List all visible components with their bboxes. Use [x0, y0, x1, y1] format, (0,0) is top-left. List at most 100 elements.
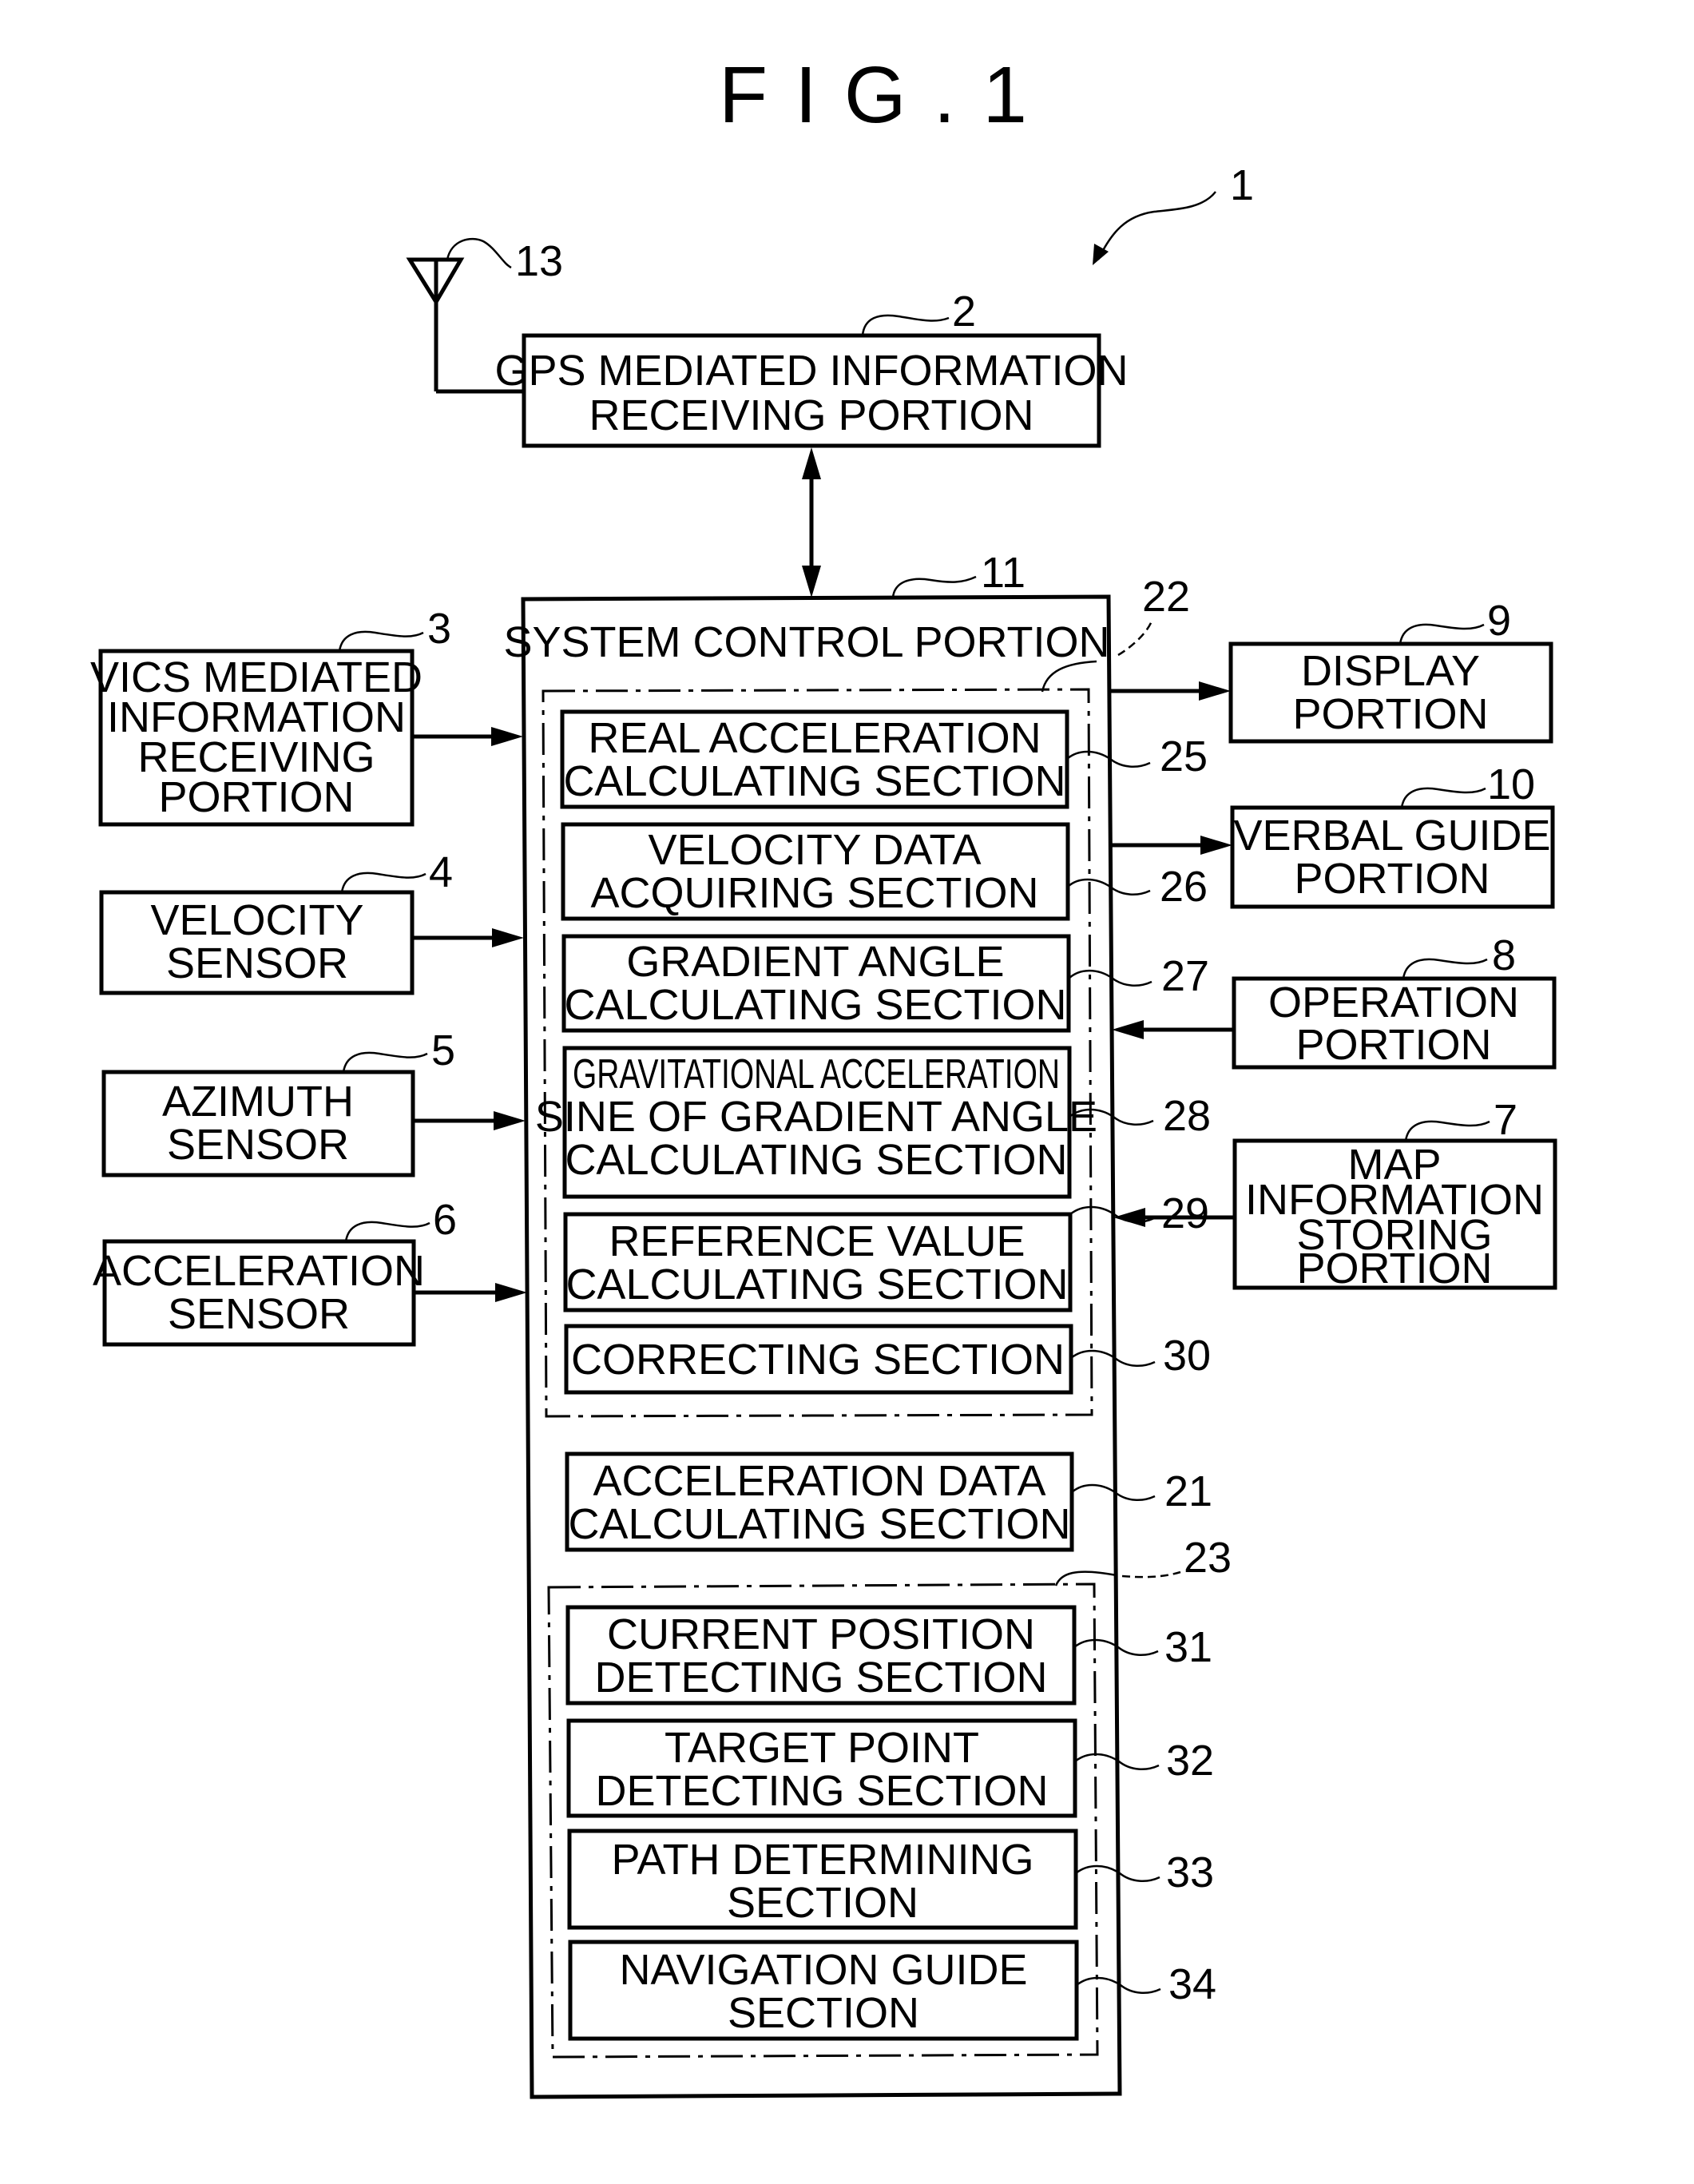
section-31: CURRENT POSITION DETECTING SECTION	[565, 1605, 1077, 1706]
section-29: REFERENCE VALUE CALCULATING SECTION	[563, 1212, 1073, 1312]
section-26-line-1: VELOCITY DATA	[648, 826, 981, 874]
ref-label-5: 5	[431, 1026, 455, 1074]
ref-label-6: 6	[433, 1196, 457, 1244]
section-21-line-1: ACCELERATION DATA	[593, 1457, 1045, 1505]
gps-block-line-1: GPS MEDIATED INFORMATION	[494, 347, 1128, 395]
velocity-sensor-block: VELOCITY SENSOR	[99, 890, 415, 995]
display-line-2: PORTION	[1292, 690, 1488, 738]
block-diagram: FIG.1 1 13 GPS MEDIATED INFORMATION RECE…	[90, 50, 1557, 2099]
ref-label-23: 23	[1184, 1534, 1232, 1582]
operation-portion-block: OPERATION PORTION	[1232, 976, 1557, 1070]
leader-11	[891, 575, 977, 598]
section-21: ACCELERATION DATA CALCULATING SECTION	[565, 1451, 1074, 1552]
vics-line-4: PORTION	[158, 773, 354, 821]
arrowhead-right-icon	[1199, 681, 1231, 701]
arrowhead-right-icon	[494, 1111, 526, 1130]
section-28-line-3: CALCULATING SECTION	[565, 1136, 1067, 1184]
azimuth-line-1: AZIMUTH	[162, 1078, 354, 1126]
ref-label-9: 9	[1487, 597, 1511, 645]
leader-23	[1121, 1570, 1181, 1578]
ref-label-22: 22	[1142, 573, 1190, 621]
section-25-line-2: CALCULATING SECTION	[563, 757, 1065, 805]
operation-line-2: PORTION	[1295, 1021, 1491, 1069]
section-34-line-1: NAVIGATION GUIDE	[619, 1946, 1027, 1994]
operation-line-1: OPERATION	[1268, 979, 1519, 1026]
section-32-line-1: TARGET POINT	[665, 1724, 979, 1772]
section-25: REAL ACCELERATION CALCULATING SECTION	[560, 709, 1069, 809]
leader-5	[342, 1051, 428, 1073]
acceleration-sensor-block: ACCELERATION SENSOR	[93, 1239, 425, 1347]
arrowhead-left-icon	[1112, 1020, 1144, 1039]
section-28: GRAVITATIONAL ACCELERATION SINE OF GRADI…	[535, 1046, 1097, 1199]
leader-4	[340, 872, 426, 893]
section-33-line-1: PATH DETERMINING	[611, 1836, 1033, 1884]
section-27-line-1: GRADIENT ANGLE	[626, 938, 1004, 986]
leader-3	[338, 630, 424, 652]
ref-label-30: 30	[1163, 1332, 1211, 1380]
section-30: CORRECTING SECTION	[564, 1324, 1073, 1395]
section-31-line-1: CURRENT POSITION	[607, 1610, 1035, 1658]
section-34: NAVIGATION GUIDE SECTION	[568, 1940, 1079, 2041]
section-29-line-1: REFERENCE VALUE	[609, 1217, 1025, 1265]
leader-10	[1400, 787, 1486, 808]
arrowhead-right-icon	[495, 1283, 527, 1302]
ref-label-8: 8	[1492, 931, 1516, 979]
acceleration-sensor-line-1: ACCELERATION	[93, 1247, 425, 1295]
ref-label-27: 27	[1161, 952, 1209, 1000]
section-33-line-2: SECTION	[727, 1879, 918, 1927]
section-32-line-2: DETECTING SECTION	[595, 1767, 1048, 1815]
section-29-line-2: CALCULATING SECTION	[565, 1261, 1068, 1308]
ref-label-32: 32	[1166, 1737, 1214, 1785]
section-27: GRADIENT ANGLE CALCULATING SECTION	[561, 934, 1071, 1033]
section-25-line-1: REAL ACCELERATION	[588, 714, 1041, 762]
ref-label-2: 2	[952, 288, 976, 336]
azimuth-line-2: SENSOR	[167, 1121, 349, 1169]
verbal-guide-portion-block: VERBAL GUIDE PORTION	[1230, 805, 1555, 909]
arrowhead-right-icon	[1200, 836, 1232, 855]
ref-label-11: 11	[981, 549, 1026, 597]
ref-label-21: 21	[1164, 1467, 1212, 1515]
ref-label-29: 29	[1161, 1189, 1209, 1237]
ref-label-3: 3	[427, 605, 451, 653]
leader-9	[1398, 623, 1485, 645]
map-line-4: PORTION	[1296, 1245, 1492, 1293]
system-ref-arrowhead-icon	[1093, 244, 1109, 265]
ref-label-31: 31	[1164, 1623, 1212, 1671]
section-34-line-2: SECTION	[728, 1989, 919, 2037]
ref-label-10: 10	[1487, 760, 1535, 808]
section-28-line-2: SINE OF GRADIENT ANGLE	[535, 1093, 1097, 1141]
velocity-line-1: VELOCITY	[150, 896, 363, 944]
section-32: TARGET POINT DETECTING SECTION	[566, 1718, 1077, 1818]
acceleration-sensor-line-2: SENSOR	[168, 1290, 350, 1338]
ref-label-33: 33	[1166, 1848, 1214, 1896]
arrowhead-right-icon	[492, 928, 524, 947]
leader-7	[1404, 1120, 1490, 1142]
ref-label-34: 34	[1168, 1960, 1216, 2008]
section-21-line-2: CALCULATING SECTION	[568, 1500, 1070, 1548]
gps-block-line-2: RECEIVING PORTION	[589, 391, 1033, 439]
arrowhead-up-icon	[802, 447, 821, 479]
arrowhead-down-icon	[802, 566, 821, 598]
section-27-line-2: CALCULATING SECTION	[564, 981, 1066, 1029]
ref-label-25: 25	[1160, 733, 1208, 780]
ref-label-1: 1	[1230, 161, 1254, 209]
ref-label-4: 4	[429, 848, 453, 896]
gps-receiving-portion-block: GPS MEDIATED INFORMATION RECEIVING PORTI…	[494, 333, 1129, 448]
vics-receiving-portion-block: VICS MEDIATED INFORMATION RECEIVING PORT…	[90, 649, 423, 827]
section-33: PATH DETERMINING SECTION	[567, 1829, 1078, 1930]
map-information-storing-portion-block: MAP INFORMATION STORING PORTION	[1232, 1138, 1557, 1293]
arrowhead-right-icon	[491, 727, 523, 746]
section-28-line-1: GRAVITATIONAL ACCELERATION	[573, 1051, 1060, 1098]
section-30-line-1: CORRECTING SECTION	[571, 1336, 1065, 1384]
verbal-guide-line-1: VERBAL GUIDE	[1233, 812, 1550, 860]
system-ref-arrow	[1097, 191, 1216, 260]
ref-label-28: 28	[1163, 1092, 1211, 1140]
leader-2	[861, 314, 950, 336]
display-line-1: DISPLAY	[1301, 647, 1480, 695]
leader-8	[1402, 958, 1488, 979]
arrowhead-left-icon	[1113, 1208, 1145, 1227]
ref-label-26: 26	[1160, 863, 1208, 911]
display-portion-block: DISPLAY PORTION	[1228, 641, 1553, 744]
system-control-label: SYSTEM CONTROL PORTION	[503, 618, 1109, 666]
velocity-line-2: SENSOR	[166, 939, 348, 987]
